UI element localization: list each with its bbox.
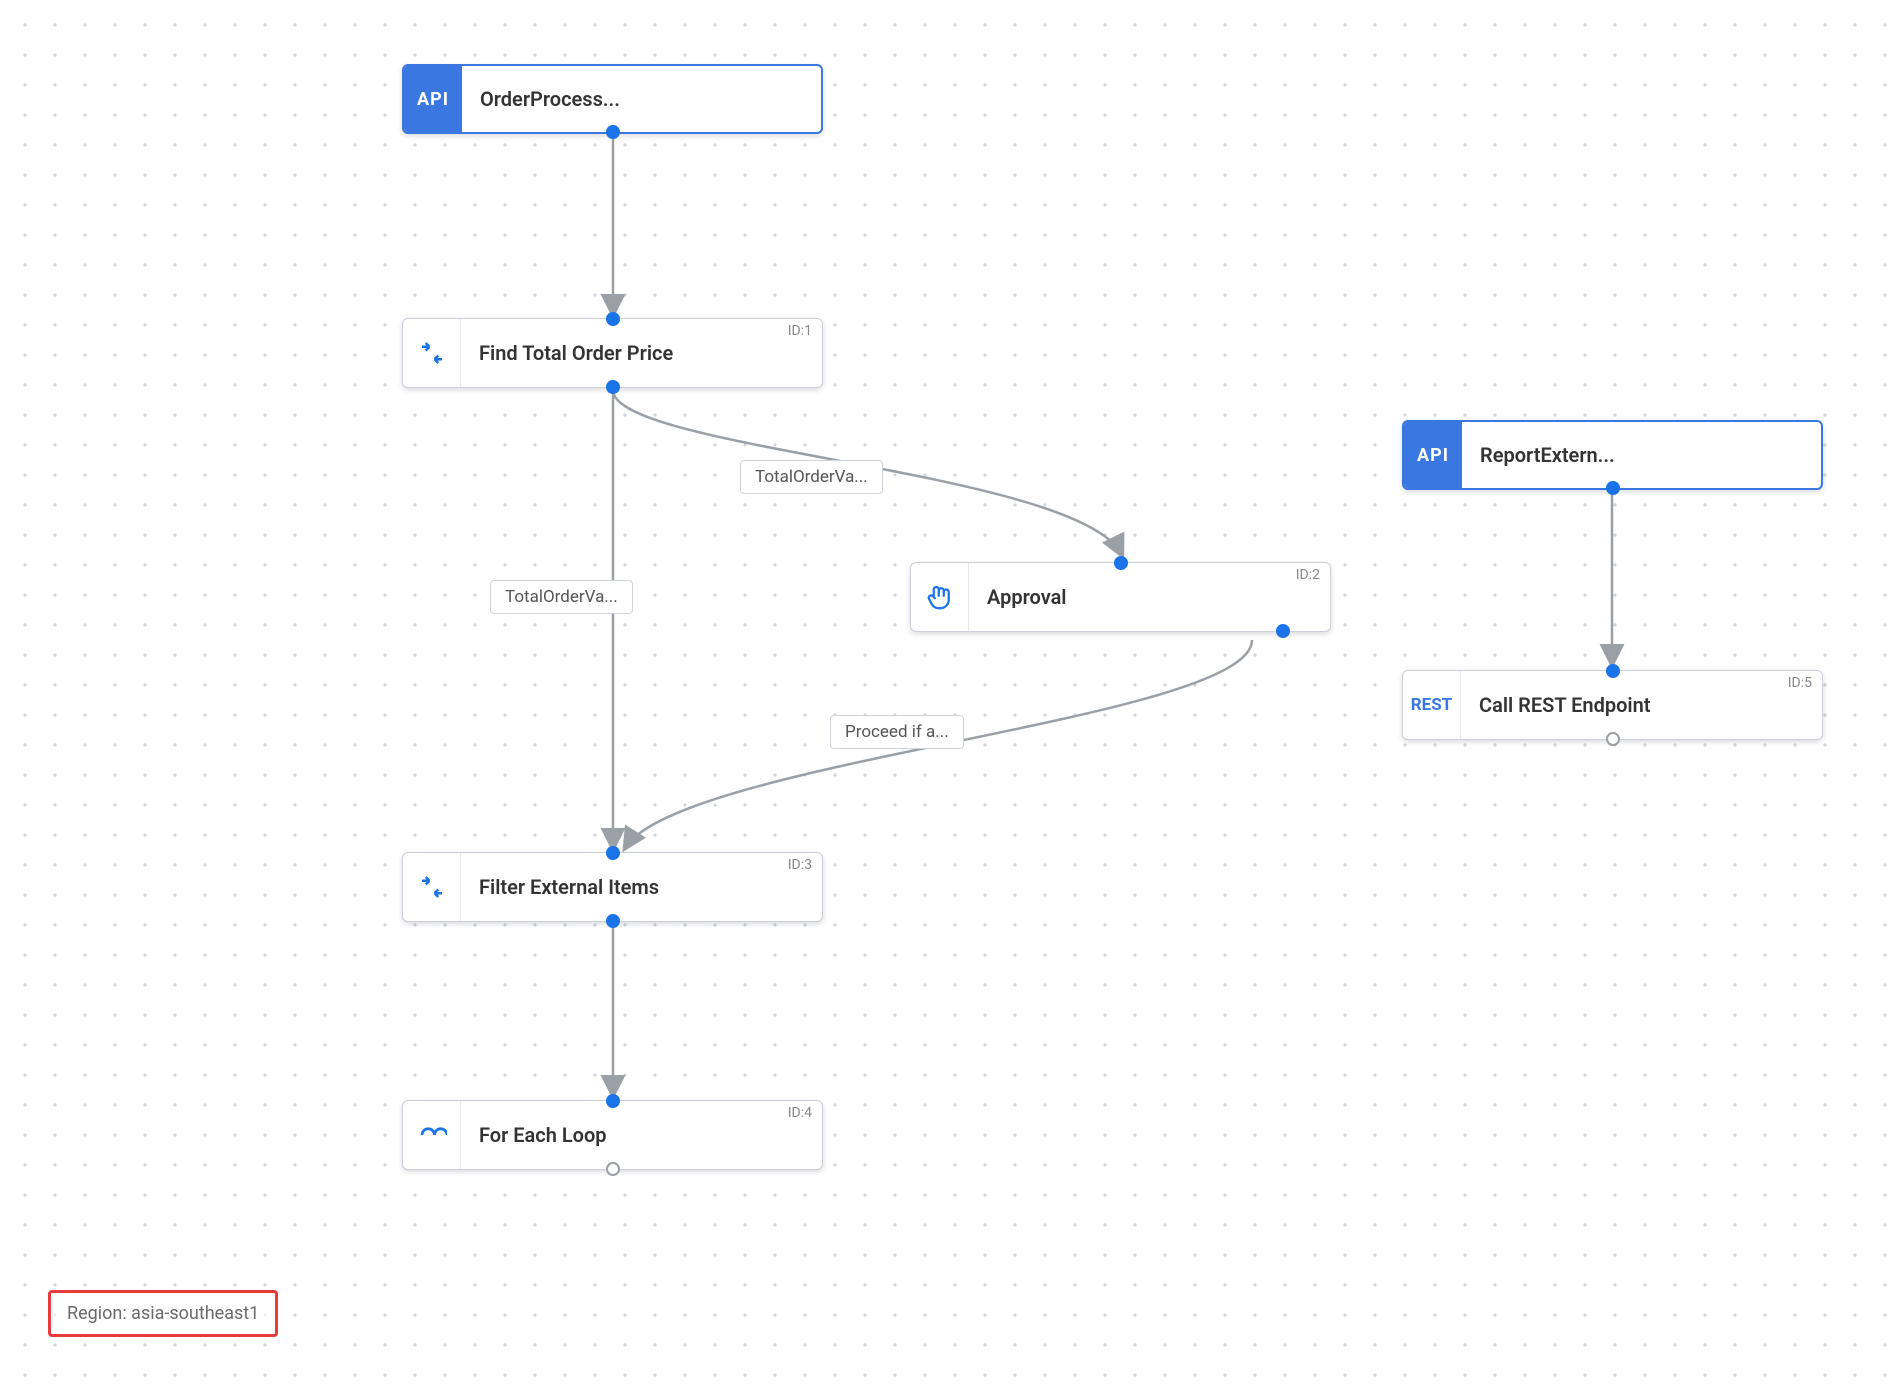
task-node-for-each-loop[interactable]: For Each Loop ID:4	[402, 1100, 823, 1170]
data-mapping-icon	[403, 319, 461, 387]
node-label: Call REST Endpoint	[1461, 693, 1822, 717]
port-out[interactable]	[1276, 624, 1290, 638]
edge-label-totalorderva-left[interactable]: TotalOrderVa...	[490, 580, 633, 614]
node-label: For Each Loop	[461, 1123, 822, 1147]
port-in[interactable]	[1114, 556, 1128, 570]
node-label: Filter External Items	[461, 875, 822, 899]
node-id-badge: ID:1	[788, 323, 812, 339]
edge-label-proceed-if[interactable]: Proceed if a...	[830, 715, 964, 749]
task-node-filter-external-items[interactable]: Filter External Items ID:3	[402, 852, 823, 922]
api-icon: API	[404, 66, 462, 132]
task-node-find-total-order-price[interactable]: Find Total Order Price ID:1	[402, 318, 823, 388]
port-out[interactable]	[606, 914, 620, 928]
node-label: OrderProcess...	[462, 87, 821, 111]
region-indicator: Region: asia-southeast1	[48, 1290, 278, 1337]
node-label: Approval	[969, 585, 1330, 609]
loop-icon	[403, 1101, 461, 1169]
edge-label-totalorderva-right[interactable]: TotalOrderVa...	[740, 460, 883, 494]
port-in[interactable]	[606, 1094, 620, 1108]
rest-icon: REST	[1403, 671, 1461, 739]
port-out[interactable]	[606, 380, 620, 394]
node-label: ReportExtern...	[1462, 443, 1821, 467]
port-in[interactable]	[606, 312, 620, 326]
node-id-badge: ID:2	[1296, 567, 1320, 583]
port-in[interactable]	[1606, 664, 1620, 678]
port-out[interactable]	[1606, 732, 1620, 746]
approval-icon	[911, 563, 969, 631]
data-mapping-icon	[403, 853, 461, 921]
port-out[interactable]	[606, 125, 620, 139]
node-id-badge: ID:4	[788, 1105, 812, 1121]
node-label: Find Total Order Price	[461, 341, 822, 365]
port-out[interactable]	[1606, 481, 1620, 495]
port-in[interactable]	[606, 846, 620, 860]
trigger-node-reportextern[interactable]: API ReportExtern...	[1402, 420, 1823, 490]
node-id-badge: ID:3	[788, 857, 812, 873]
trigger-node-orderprocess[interactable]: API OrderProcess...	[402, 64, 823, 134]
task-node-call-rest-endpoint[interactable]: REST Call REST Endpoint ID:5	[1402, 670, 1823, 740]
workflow-canvas[interactable]: API OrderProcess... Find Total Order Pri…	[0, 0, 1902, 1386]
node-id-badge: ID:5	[1788, 675, 1812, 691]
api-icon: API	[1404, 422, 1462, 488]
port-out[interactable]	[606, 1162, 620, 1176]
task-node-approval[interactable]: Approval ID:2	[910, 562, 1331, 632]
